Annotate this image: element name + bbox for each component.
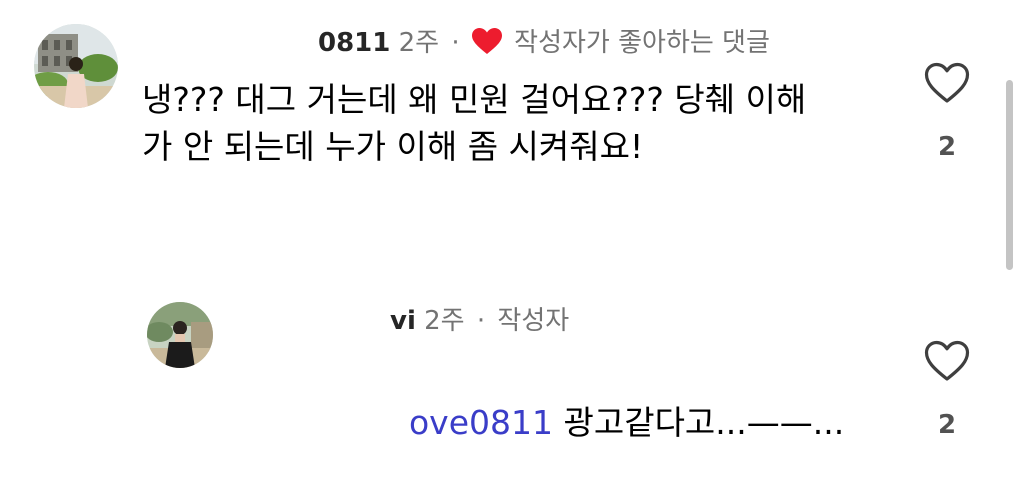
reply-text: 광고같다고...——... bbox=[553, 403, 845, 442]
reply-avatar[interactable] bbox=[147, 302, 213, 368]
comment-separator: · bbox=[451, 28, 460, 58]
reply-separator: · bbox=[476, 306, 486, 336]
reply-meta: vi 2주 · 작성자 bbox=[390, 308, 569, 334]
reply-like-count: 2 bbox=[937, 410, 957, 440]
reply-time: 2주 bbox=[424, 306, 465, 336]
comment-avatar[interactable] bbox=[34, 24, 118, 108]
author-liked-heart-icon bbox=[471, 28, 502, 60]
comment-username[interactable]: 0811 bbox=[318, 28, 390, 58]
reply-mention-link[interactable]: ove0811 bbox=[409, 403, 553, 442]
comment-like-heart-icon[interactable] bbox=[924, 62, 970, 104]
comment-time: 2주 bbox=[398, 28, 440, 58]
comment-meta: 0811 2주 · 작성자가 좋아하는 댓글 bbox=[318, 28, 770, 60]
comment-text: 냉??? 대그 거는데 왜 민원 걸어요??? 당췌 이해 가 안 되는데 누가… bbox=[142, 80, 807, 166]
reply-like-heart-icon[interactable] bbox=[924, 340, 970, 382]
reply-text-line: ove0811 광고같다고...——... bbox=[388, 352, 908, 446]
comment-like-count: 2 bbox=[937, 132, 957, 162]
vertical-scrollbar[interactable] bbox=[1006, 80, 1013, 270]
author-badge: 작성자 bbox=[497, 306, 570, 336]
reply-username[interactable]: vi bbox=[390, 306, 416, 336]
author-liked-label: 작성자가 좋아하는 댓글 bbox=[514, 28, 770, 58]
